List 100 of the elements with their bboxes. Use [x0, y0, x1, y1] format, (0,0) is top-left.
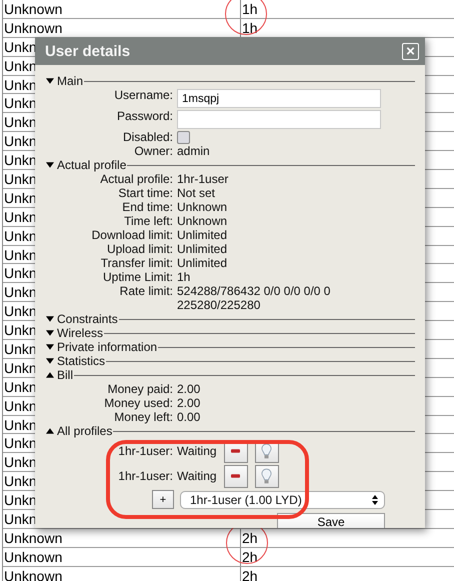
table-cell: Unkn: [4, 171, 37, 188]
section-toggle-icon[interactable]: [46, 78, 54, 84]
table-cell: Unkn: [4, 95, 37, 112]
field-value: 0.00: [177, 410, 200, 424]
table-cell: Unkn: [4, 341, 37, 358]
table-cell: Unkn: [4, 133, 37, 150]
section-toggle-icon[interactable]: [46, 372, 54, 378]
table-cell: Unknown: [4, 530, 62, 546]
field-label: Owner:: [133, 144, 174, 158]
table-cell: Unkn: [4, 378, 37, 395]
table-cell: 2h: [242, 548, 258, 565]
table-cell: Unkn: [4, 114, 37, 130]
table-cell: 2h: [242, 530, 258, 546]
field-value: Unknown: [177, 200, 228, 214]
section-title: All profiles: [57, 424, 112, 438]
table-cell: Unkn: [4, 265, 37, 282]
field-label: Money used:: [103, 396, 174, 410]
field-value: 1h: [177, 270, 190, 284]
remove-button[interactable]: [224, 464, 248, 488]
input-field[interactable]: [177, 110, 381, 129]
table-cell: 2h: [242, 568, 258, 581]
table-cell: Unknown: [4, 1, 62, 17]
profile-name: 1hr-1user:: [117, 444, 174, 458]
field-label: Username:: [113, 88, 174, 102]
section-title: Constraints: [57, 312, 118, 326]
table-cell: 1h: [242, 20, 258, 36]
section-title: Main: [57, 74, 84, 88]
section-title: Actual profile: [57, 158, 126, 172]
field-value: admin: [177, 144, 210, 158]
bulb-button[interactable]: [254, 464, 279, 488]
section-toggle-icon[interactable]: [46, 316, 54, 322]
up-down-arrow-icon: [372, 494, 378, 504]
table-cell: Unkn: [4, 208, 37, 225]
table-cell: Unkn: [4, 152, 37, 168]
table-cell: Unkn: [4, 38, 37, 55]
table-cell: Unkn: [4, 284, 37, 300]
minus-icon: [231, 449, 240, 453]
minus-icon: [231, 474, 240, 478]
field-label: End time:: [121, 200, 174, 214]
light-bulb-icon: [261, 468, 272, 484]
table-cell: Unkn: [4, 303, 37, 320]
section-title: Private information: [57, 340, 158, 354]
table-cell: Unkn: [4, 360, 37, 376]
table-cell: Unkn: [4, 435, 37, 452]
table-cell: Unkn: [4, 322, 37, 338]
table-cell: Unknown: [4, 568, 62, 581]
window-title: User details: [45, 42, 130, 60]
field-label: Upload limit:: [106, 242, 174, 256]
add-button[interactable]: +: [152, 490, 174, 509]
field-label: Money left:: [113, 410, 174, 424]
field-value: 1hr-1user: [177, 172, 228, 186]
input-field[interactable]: 1msqpj: [177, 89, 381, 108]
field-label: Start time:: [117, 186, 174, 200]
field-label: Money paid:: [106, 382, 174, 396]
section-toggle-icon[interactable]: [46, 358, 54, 364]
table-cell: Unkn: [4, 190, 37, 206]
field-label: Time left:: [123, 214, 174, 228]
table-cell: Unkn: [4, 511, 37, 528]
field-value: 2.00: [177, 382, 200, 396]
field-label: Password:: [116, 109, 174, 123]
table-cell: Unknown: [4, 20, 62, 36]
field-label: Rate limit:: [118, 284, 174, 298]
save-button[interactable]: Save: [277, 513, 385, 528]
section-toggle-icon[interactable]: [46, 330, 54, 336]
field-label: Transfer limit:: [100, 256, 174, 270]
field-label: Uptime Limit:: [102, 270, 174, 284]
section-title: Statistics: [57, 354, 106, 368]
field-value: Unlimited: [177, 256, 228, 270]
table-cell: Unkn: [4, 228, 37, 244]
table-cell: 1h: [242, 1, 258, 17]
section-toggle-icon[interactable]: [46, 162, 54, 168]
section-toggle-icon[interactable]: [46, 428, 54, 434]
field-label: Actual profile:: [99, 172, 174, 186]
section-title: Bill: [57, 368, 74, 382]
light-bulb-icon: [261, 442, 272, 460]
field-value: Not set: [177, 186, 216, 200]
profile-name: 1hr-1user:: [117, 469, 174, 483]
profile-status: Waiting: [177, 444, 217, 458]
close-button[interactable]: ×: [402, 42, 419, 60]
table-cell: Unkn: [4, 76, 37, 93]
field-label: Download limit:: [90, 228, 174, 242]
section-toggle-icon[interactable]: [46, 344, 54, 350]
table-cell: Unkn: [4, 416, 37, 433]
field-value: Unknown: [177, 214, 228, 228]
table-cell: Unkn: [4, 473, 37, 490]
table-cell: Unkn: [4, 398, 37, 414]
field-value: Unlimited: [177, 242, 228, 256]
table-cell: Unkn: [4, 58, 37, 74]
table-cell: Unkn: [4, 246, 37, 263]
table-cell: Unknown: [4, 548, 62, 565]
field-value: 524288/786432 0/0 0/0 0/0 0 225280/225280: [177, 284, 332, 312]
profile-dropdown[interactable]: 1hr-1user (1.00 LYD): [180, 490, 385, 508]
table-cell: Unkn: [4, 454, 37, 470]
field-value: 2.00: [177, 396, 200, 410]
field-value: Unlimited: [177, 228, 228, 242]
highlight-circle: [225, 0, 267, 35]
profile-status: Waiting: [177, 469, 217, 483]
field-label: Disabled:: [122, 130, 174, 144]
checkbox[interactable]: [177, 130, 190, 144]
section-title: Wireless: [57, 326, 104, 340]
